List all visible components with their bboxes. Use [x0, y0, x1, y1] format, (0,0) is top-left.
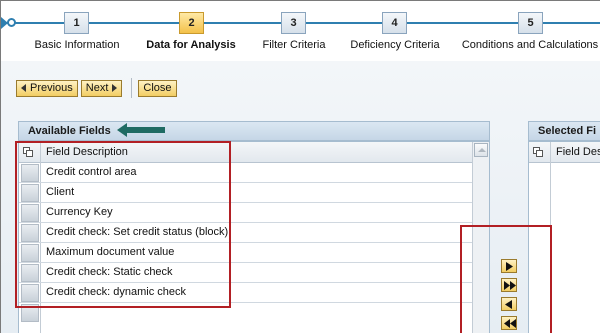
- table-row[interactable]: Credit check: Set credit status (block): [19, 223, 489, 243]
- column-separator: [550, 142, 551, 333]
- arrow-right-icon: [112, 84, 118, 92]
- previous-button-label: Previous: [30, 82, 73, 94]
- table-row-empty: [19, 303, 489, 323]
- field-description-cell: Credit check: Set credit status (block): [46, 226, 229, 238]
- table-row[interactable]: Credit check: Static check: [19, 263, 489, 283]
- row-selector[interactable]: [21, 264, 39, 282]
- available-fields-table: Field Description Credit control area Cl…: [18, 141, 490, 333]
- field-description-header[interactable]: Field Description: [46, 146, 128, 158]
- scroll-up-button[interactable]: [474, 143, 488, 157]
- roadmap-step-1[interactable]: 1: [64, 12, 89, 34]
- close-button-label: Close: [143, 82, 172, 94]
- roadmap: 1 Basic Information 2 Data for Analysis …: [1, 1, 600, 61]
- content-area: Previous Next Close Available Fields Fie…: [1, 61, 600, 333]
- play-right-icon: [506, 262, 513, 271]
- row-selector[interactable]: [21, 204, 39, 222]
- selected-fields-title: Selected Fi: [538, 125, 597, 137]
- vertical-scrollbar[interactable]: [472, 142, 489, 333]
- row-selector[interactable]: [21, 284, 39, 302]
- selected-fields-column-header: Field Desc: [529, 142, 600, 163]
- next-button[interactable]: Next: [80, 79, 123, 97]
- chevron-up-icon: [478, 148, 486, 152]
- toolbar: Previous Next Close: [16, 78, 180, 98]
- field-description-cell: Currency Key: [46, 206, 113, 218]
- double-arrow-right-icon: [504, 281, 516, 290]
- select-all-icon[interactable]: [533, 147, 544, 158]
- selected-fields-header: Selected Fi: [528, 121, 600, 141]
- roadmap-step-5[interactable]: 5: [518, 12, 543, 34]
- field-description-cell: Maximum document value: [46, 246, 175, 258]
- move-all-right-button[interactable]: [501, 278, 517, 292]
- available-fields-column-header: Field Description: [19, 142, 489, 163]
- field-description-cell: Credit check: Static check: [46, 266, 173, 278]
- available-fields-title: Available Fields: [28, 125, 111, 137]
- field-description-cell: Credit check: dynamic check: [46, 286, 186, 298]
- field-description-cell: Credit control area: [46, 166, 137, 178]
- roadmap-step-4-label[interactable]: Deficiency Criteria: [350, 39, 439, 51]
- roadmap-step-2[interactable]: 2: [179, 12, 204, 34]
- move-left-button[interactable]: [501, 297, 517, 311]
- move-all-left-button[interactable]: [501, 316, 517, 330]
- table-row[interactable]: Currency Key: [19, 203, 489, 223]
- roadmap-step-1-label[interactable]: Basic Information: [35, 39, 120, 51]
- row-selector[interactable]: [21, 304, 39, 322]
- available-fields-header: Available Fields: [18, 121, 490, 141]
- select-all-icon[interactable]: [23, 147, 34, 158]
- roadmap-step-4[interactable]: 4: [382, 12, 407, 34]
- move-right-button[interactable]: [501, 259, 517, 273]
- roadmap-step-2-label[interactable]: Data for Analysis: [146, 39, 235, 51]
- row-selector[interactable]: [21, 184, 39, 202]
- roadmap-step-3-label[interactable]: Filter Criteria: [263, 39, 326, 51]
- table-row[interactable]: Maximum document value: [19, 243, 489, 263]
- row-selector[interactable]: [21, 164, 39, 182]
- previous-button[interactable]: Previous: [16, 79, 78, 97]
- field-description-cell: Client: [46, 186, 75, 198]
- toolbar-separator: [131, 78, 133, 98]
- double-arrow-left-icon: [504, 319, 516, 328]
- row-selector[interactable]: [21, 244, 39, 262]
- field-description-header[interactable]: Field Desc: [556, 146, 600, 158]
- table-row[interactable]: Credit check: dynamic check: [19, 283, 489, 303]
- close-button[interactable]: Close: [138, 79, 177, 97]
- row-selector[interactable]: [21, 224, 39, 242]
- next-button-label: Next: [85, 82, 109, 94]
- roadmap-start-icon: [7, 18, 16, 27]
- table-row[interactable]: Credit control area: [19, 163, 489, 183]
- roadmap-step-3[interactable]: 3: [281, 12, 306, 34]
- play-left-icon: [505, 300, 512, 309]
- arrow-left-icon: [21, 84, 26, 92]
- callout-arrow-icon: [117, 123, 165, 137]
- selected-fields-table: Field Desc: [528, 141, 600, 333]
- roadmap-step-5-label[interactable]: Conditions and Calculations: [462, 39, 598, 51]
- table-row[interactable]: Client: [19, 183, 489, 203]
